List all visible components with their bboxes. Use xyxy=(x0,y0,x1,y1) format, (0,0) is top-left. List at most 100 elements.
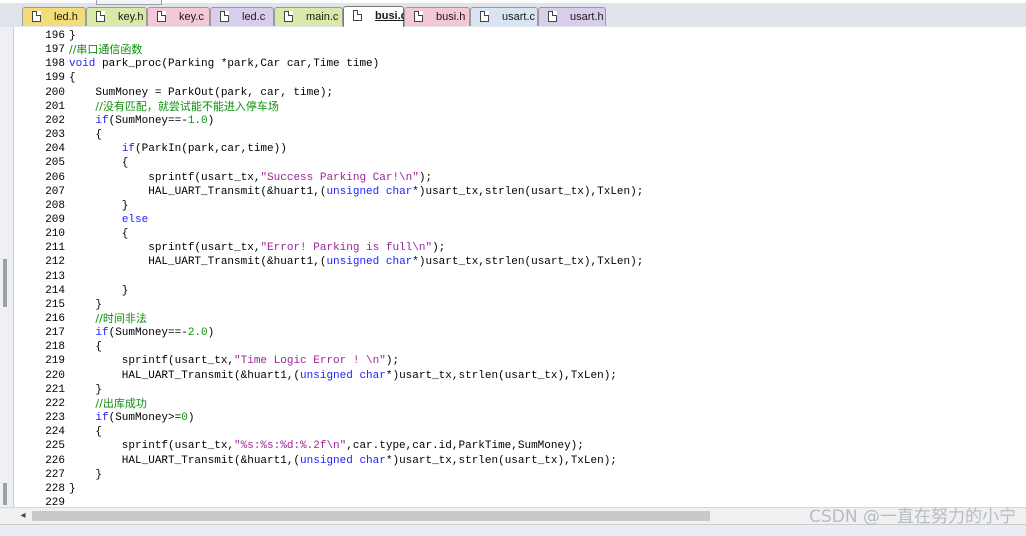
code-token: void xyxy=(69,58,96,71)
tab-led-h[interactable]: led.h xyxy=(22,7,86,26)
line-source: else xyxy=(69,213,148,227)
code-token: } xyxy=(69,199,129,212)
tab-label: busi.h xyxy=(436,11,466,23)
window-frame-fragment xyxy=(96,0,162,5)
code-token: if xyxy=(95,412,109,425)
tab-label: key.c xyxy=(179,11,204,23)
line-source: if(SumMoney==-1.0) xyxy=(69,114,214,128)
watermark: CSDN @一直在努力的小宁 xyxy=(809,507,1016,527)
scroll-left-icon[interactable]: ◂ xyxy=(18,511,28,521)
line-source: { xyxy=(69,156,129,170)
line-number: 226 xyxy=(45,454,65,467)
line-number: 201 xyxy=(45,100,65,113)
tab-main-c[interactable]: main.c xyxy=(274,7,343,26)
line-source: HAL_UART_Transmit(&huart1,(unsigned char… xyxy=(69,454,617,468)
code-token: 2.0 xyxy=(187,327,208,340)
code-editor[interactable]: 196} 197 //串口通信函数 198 void park_proc(Parking… xyxy=(14,27,1026,509)
tab-label: usart.c xyxy=(502,11,536,23)
tab-label: usart.h xyxy=(570,11,604,23)
line-source: if(SumMoney==-2.0) xyxy=(69,326,214,340)
line-source: sprintf(usart_tx,"%s:%s:%d:%.2f\n",car.t… xyxy=(69,439,584,453)
code-token: //出库成功 xyxy=(95,396,147,410)
code-token: HAL_UART_Transmit(&huart1,( xyxy=(69,185,327,198)
code-token: { xyxy=(69,228,129,241)
scrollbar-thumb[interactable] xyxy=(32,511,710,521)
line-number: 212 xyxy=(45,256,65,269)
code-token: //没有匹配，就尝试能不能进入停车场 xyxy=(95,99,279,113)
code-token: ); xyxy=(432,242,446,255)
line-number: 225 xyxy=(45,440,65,453)
code-token: (ParkIn(park,car,time)) xyxy=(135,143,287,156)
line-source: } xyxy=(69,482,76,496)
line-number: 196 xyxy=(45,30,65,42)
code-token: (SumMoney>= xyxy=(108,412,182,425)
line-number: 198 xyxy=(45,58,65,71)
line-source: SumMoney = ParkOut(park, car, time); xyxy=(69,86,333,100)
code-token: } xyxy=(69,383,103,396)
line-source: //没有匹配，就尝试能不能进入停车场 xyxy=(69,99,279,115)
tab-busi-c[interactable]: busi.c xyxy=(343,6,407,27)
code-token: ,car.type,car.id,ParkTime,SumMoney); xyxy=(346,440,584,453)
code-token: HAL_UART_Transmit(&huart1,( xyxy=(69,454,301,467)
line-number: 205 xyxy=(45,157,65,170)
line-number: 214 xyxy=(45,284,65,297)
file-icon xyxy=(220,11,229,22)
file-icon xyxy=(96,11,105,22)
line-source: sprintf(usart_tx,"Success Parking Car!\n… xyxy=(69,171,432,185)
file-icon xyxy=(353,10,362,21)
line-number: 217 xyxy=(45,327,65,340)
line-source: } xyxy=(69,199,129,213)
line-number: 219 xyxy=(45,355,65,368)
line-number: 213 xyxy=(45,270,65,283)
tab-key-h[interactable]: key.h xyxy=(86,7,147,26)
code-token: *)usart_tx,strlen(usart_tx),TxLen); xyxy=(385,454,617,467)
tab-led-c[interactable]: led.c xyxy=(210,7,274,26)
code-token: { xyxy=(69,157,129,170)
line-number: 216 xyxy=(45,313,65,325)
file-icon xyxy=(157,11,166,22)
tab-label: busi.c xyxy=(375,10,407,22)
code-token: else xyxy=(121,213,149,226)
tab-busi-h[interactable]: busi.h xyxy=(404,7,470,26)
line-number: 208 xyxy=(45,199,65,212)
code-token: sprintf(usart_tx, xyxy=(69,242,261,255)
tab-key-c[interactable]: key.c xyxy=(147,7,210,26)
code-token: HAL_UART_Transmit(&huart1,( xyxy=(69,369,301,382)
tab-usart-h[interactable]: usart.h xyxy=(538,7,606,26)
line-source: //时间非法 xyxy=(69,312,147,327)
line-number: 215 xyxy=(45,298,65,311)
line-source: { xyxy=(69,340,102,354)
code-token: *)usart_tx,strlen(usart_tx),TxLen); xyxy=(412,185,644,198)
code-token: unsigned char xyxy=(326,185,413,198)
code-token: unsigned char xyxy=(326,256,413,269)
tab-label: main.c xyxy=(306,11,339,23)
code-token: (SumMoney==- xyxy=(108,327,188,340)
line-number: 221 xyxy=(45,383,65,396)
line-number: 218 xyxy=(45,341,65,354)
code-token: //串口通信函数 xyxy=(69,43,143,57)
code-token: //时间非法 xyxy=(95,312,147,325)
line-source: HAL_UART_Transmit(&huart1,(unsigned char… xyxy=(69,369,617,383)
file-icon xyxy=(480,11,489,22)
code-token: SumMoney = ParkOut(park, car, time); xyxy=(69,86,334,99)
line-source: } xyxy=(69,468,102,482)
line-number: 210 xyxy=(45,228,65,241)
code-token: 0 xyxy=(181,412,188,425)
tab-usart-c[interactable]: usart.c xyxy=(470,7,538,26)
code-token: } xyxy=(69,468,103,481)
margin-marker xyxy=(3,483,7,505)
line-number: 202 xyxy=(45,114,65,127)
code-token: unsigned char xyxy=(300,369,386,382)
line-number: 197 xyxy=(45,44,65,57)
code-token: ); xyxy=(385,355,400,368)
code-token: 1.0 xyxy=(187,114,208,127)
line-number: 227 xyxy=(45,468,65,481)
code-token: { xyxy=(69,341,103,354)
code-token: (SumMoney==- xyxy=(108,114,188,127)
